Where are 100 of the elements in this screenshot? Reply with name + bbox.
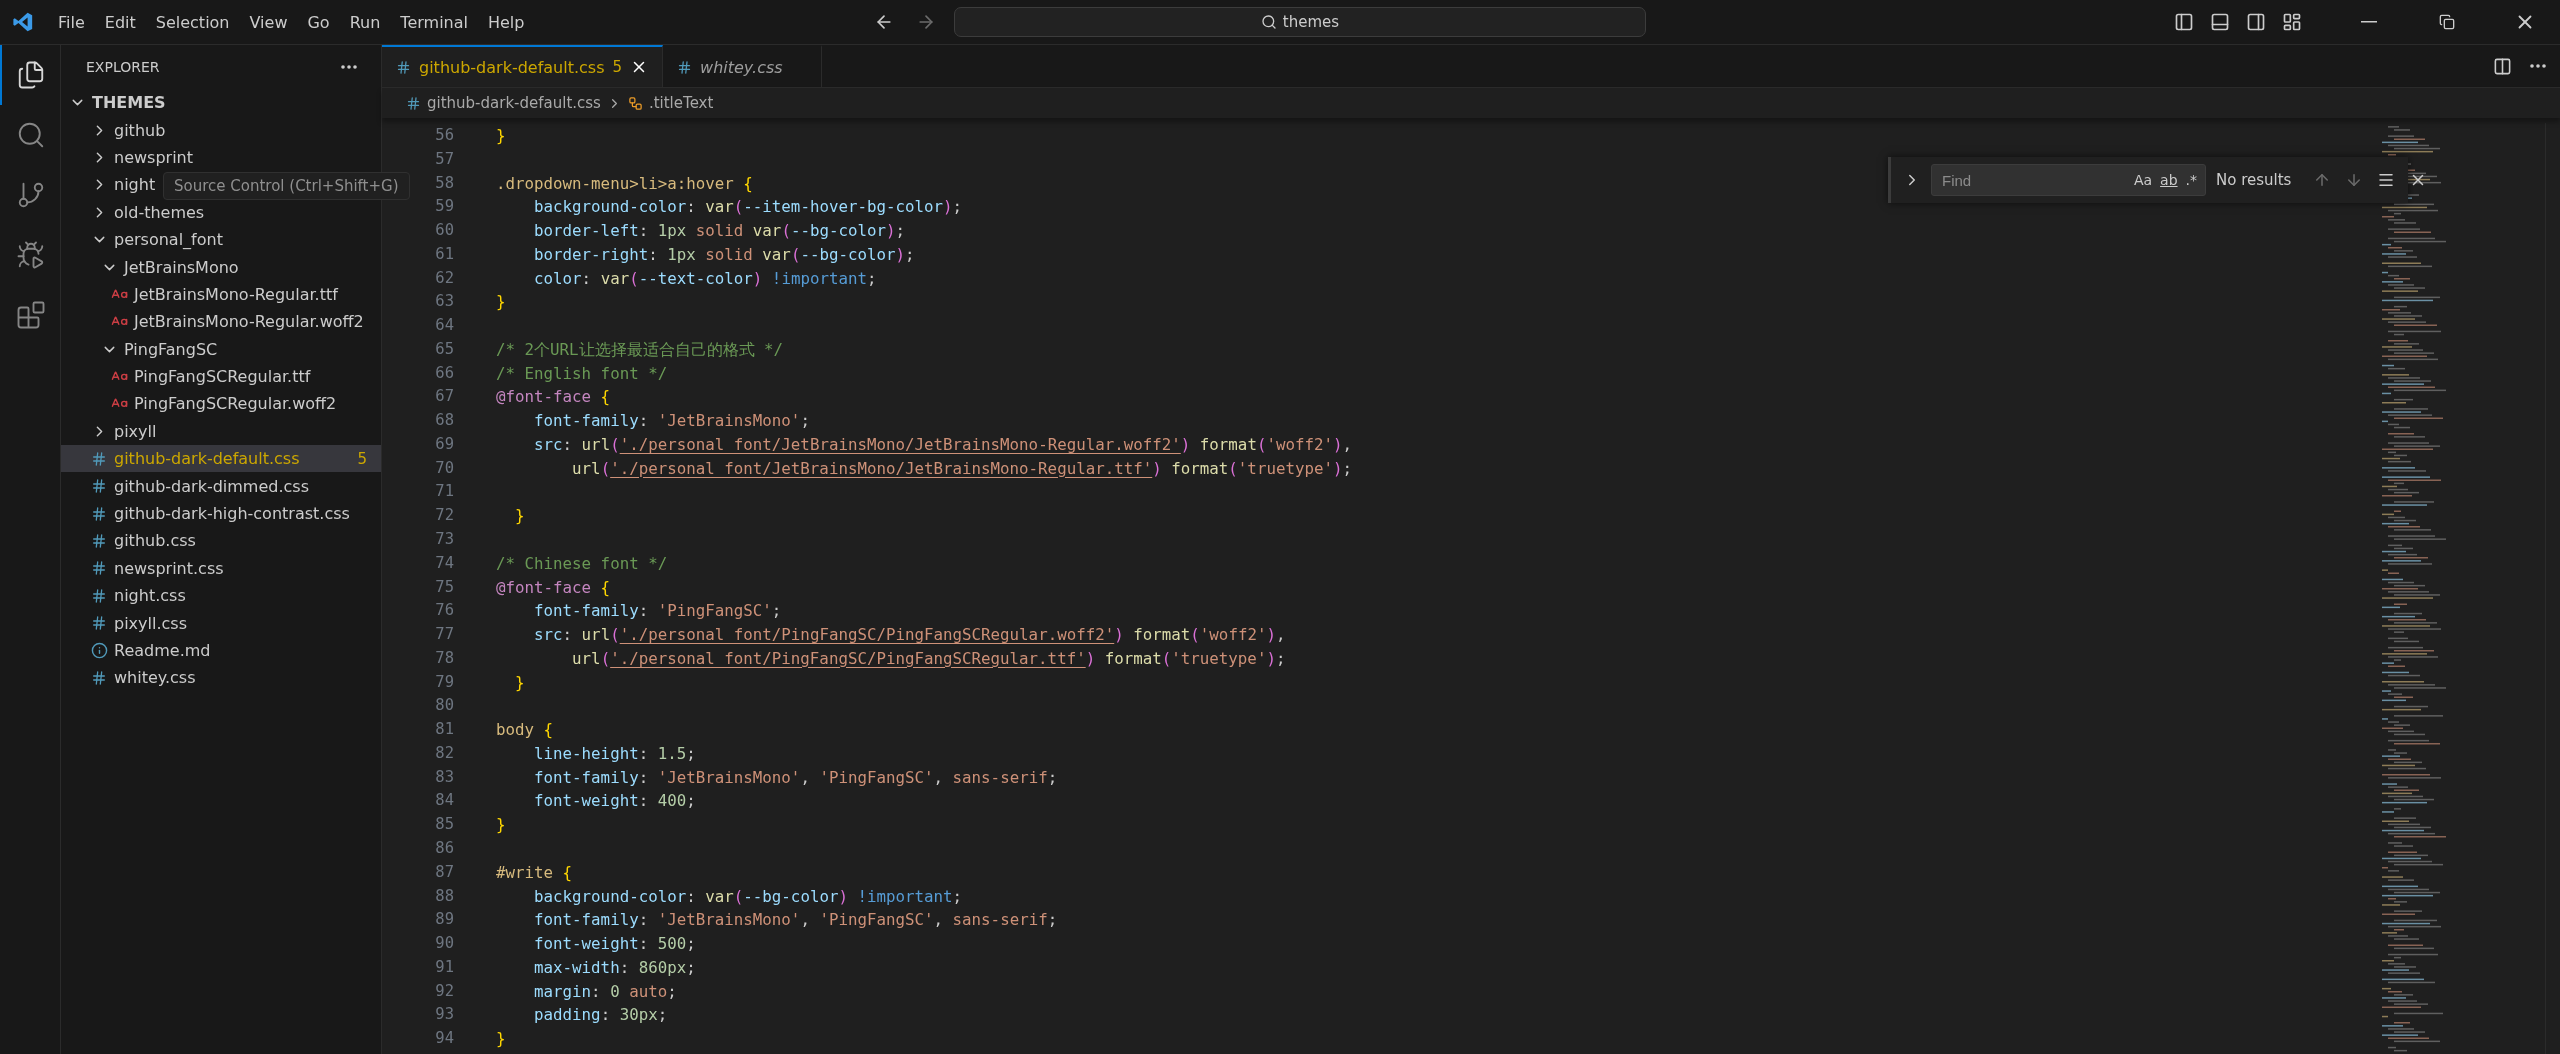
- menu-item[interactable]: Run: [339, 8, 391, 36]
- menu-item[interactable]: Terminal: [390, 8, 478, 36]
- code-line: line-height: 1.5;: [533, 742, 696, 765]
- breadcrumb-item[interactable]: .titleText: [648, 94, 714, 112]
- restore-icon: [2439, 14, 2455, 30]
- hash-icon: [91, 560, 107, 577]
- line-number: 56: [435, 125, 454, 146]
- code-line: border-left: 1px solid var(--bg-color);: [533, 220, 906, 243]
- folder-item[interactable]: github: [61, 116, 180, 144]
- line-number: 85: [435, 814, 454, 836]
- tree-item[interactable]: PingFangSCRegular.woff2: [61, 390, 351, 418]
- breadcrumb-item[interactable]: github-dark-default.css: [427, 94, 601, 112]
- line-number: 73: [435, 529, 454, 550]
- code-line: font-family: 'JetBrainsMono';: [533, 410, 810, 433]
- line-number: 83: [435, 766, 454, 788]
- tree-item[interactable]: github-dark-high-contrast.css: [61, 499, 364, 528]
- find-option-button[interactable]: ab: [2156, 170, 2182, 190]
- tree-item[interactable]: PingFangSCRegular.ttf: [61, 362, 325, 391]
- code-line: }: [514, 671, 525, 694]
- hash-icon: [91, 532, 107, 549]
- ellipsis-icon: [2530, 64, 2546, 68]
- info-icon: [91, 642, 108, 659]
- line-number: 69: [435, 433, 454, 455]
- problem-count: 5: [612, 58, 623, 76]
- code-line: /* Chinese font */: [496, 552, 668, 575]
- line-number: 89: [435, 909, 454, 931]
- folder-item[interactable]: newsprint: [61, 143, 207, 172]
- code-line: font-weight: 400;: [533, 790, 696, 813]
- line-number: 81: [435, 719, 454, 741]
- files-icon: [16, 60, 46, 90]
- line-number: 62: [435, 267, 454, 289]
- folder-item[interactable]: JetBrainsMono: [61, 253, 253, 281]
- code-line: color: var(--text-color) !important;: [533, 267, 877, 290]
- menu-item[interactable]: Go: [297, 8, 340, 36]
- tree-item[interactable]: pixyll.css: [61, 609, 201, 637]
- find-field[interactable]: Find Aa ab .*: [1931, 164, 2206, 196]
- tree-item[interactable]: night.css: [61, 582, 200, 610]
- lines-icon: [2377, 171, 2396, 189]
- folder-item[interactable]: pixyll: [61, 417, 171, 446]
- tree-item[interactable]: github-dark-dimmed.css: [61, 472, 323, 500]
- code-line: font-family: 'PingFangSC';: [533, 600, 782, 623]
- line-number: 82: [435, 742, 454, 764]
- folder-item[interactable]: THEMES: [61, 89, 180, 117]
- tree-item[interactable]: Readme.md: [61, 636, 225, 665]
- line-number: 92: [435, 980, 454, 1002]
- folder-item[interactable]: personal_font: [61, 225, 237, 254]
- find-result: No results: [2216, 171, 2292, 189]
- code-line: .dropdown-menu>li>a:hover {: [496, 172, 753, 195]
- hash-icon: [91, 669, 107, 686]
- split-icon: [2493, 56, 2512, 76]
- code-line: body {: [496, 719, 554, 742]
- code-line: font-family: 'JetBrainsMono', 'PingFangSC', sans-serif;: [533, 766, 1058, 789]
- hash-icon: [91, 450, 107, 467]
- search-icon: [1260, 14, 1277, 30]
- line-number: 63: [435, 291, 454, 313]
- tree-item[interactable]: newsprint.css: [61, 554, 238, 583]
- folder-item[interactable]: old-themes: [61, 198, 219, 226]
- find-option-button[interactable]: Aa: [2129, 170, 2157, 190]
- line-number: 80: [435, 695, 454, 717]
- menu-item[interactable]: File: [48, 8, 95, 36]
- line-number: 79: [435, 671, 454, 693]
- code-line: max-width: 860px;: [533, 956, 696, 979]
- code-line: font-weight: 500;: [533, 933, 696, 956]
- menu-item[interactable]: View: [239, 8, 298, 36]
- line-number: 66: [435, 362, 454, 384]
- bug-play-icon: [16, 240, 46, 270]
- line-number: 74: [435, 552, 454, 574]
- tree-item[interactable]: whitey.css: [61, 664, 210, 692]
- menu-item[interactable]: Help: [477, 8, 535, 36]
- tree-item[interactable]: github-dark-default.css 5: [61, 445, 381, 473]
- code-line: url('./personal_font/PingFangSC/PingFangSCRegular.ttf') format('truetype');: [571, 647, 1286, 670]
- menu-item[interactable]: Selection: [145, 8, 240, 36]
- command-center[interactable]: themes: [954, 7, 1646, 37]
- code-line: background-color: var(--item-hover-bg-color);: [533, 196, 963, 219]
- folder-item[interactable]: PingFangSC: [61, 335, 232, 363]
- editor-tab[interactable]: github-dark-default.css 5: [382, 45, 664, 87]
- menu-item[interactable]: Edit: [94, 8, 146, 36]
- code-line: background-color: var(--bg-color) !important;: [533, 885, 963, 908]
- line-number: 93: [435, 1004, 454, 1026]
- line-number: 94: [435, 1028, 454, 1050]
- ellipsis-icon: [341, 65, 357, 69]
- code-line: border-right: 1px solid var(--bg-color);: [533, 243, 915, 266]
- code-line: font-family: 'JetBrainsMono', 'PingFangSC', sans-serif;: [533, 909, 1058, 932]
- line-number: 72: [435, 505, 454, 527]
- hash-icon: [396, 59, 411, 75]
- code-line: url('./personal_font/JetBrainsMono/JetBrainsMono-Regular.ttf') format('truetype');: [571, 457, 1352, 480]
- line-number: 65: [435, 338, 454, 360]
- find-option-button[interactable]: .*: [2181, 170, 2201, 190]
- symbol-icon: [627, 95, 643, 111]
- line-number: 57: [435, 148, 454, 170]
- tree-item[interactable]: JetBrainsMono-Regular.woff2: [61, 308, 378, 336]
- logo-icon: [12, 11, 34, 33]
- code-line: src: url('./personal_font/PingFangSC/PingFangSCRegular.woff2') format('woff2'),: [533, 624, 1286, 647]
- line-number: 84: [435, 790, 454, 812]
- tree-item[interactable]: github.css: [61, 527, 210, 555]
- line-number: 64: [435, 315, 454, 337]
- line-number: 71: [435, 481, 454, 503]
- problem-count: 5: [357, 449, 367, 468]
- tree-item[interactable]: JetBrainsMono-Regular.ttf: [61, 280, 352, 309]
- line-number: 88: [435, 885, 454, 907]
